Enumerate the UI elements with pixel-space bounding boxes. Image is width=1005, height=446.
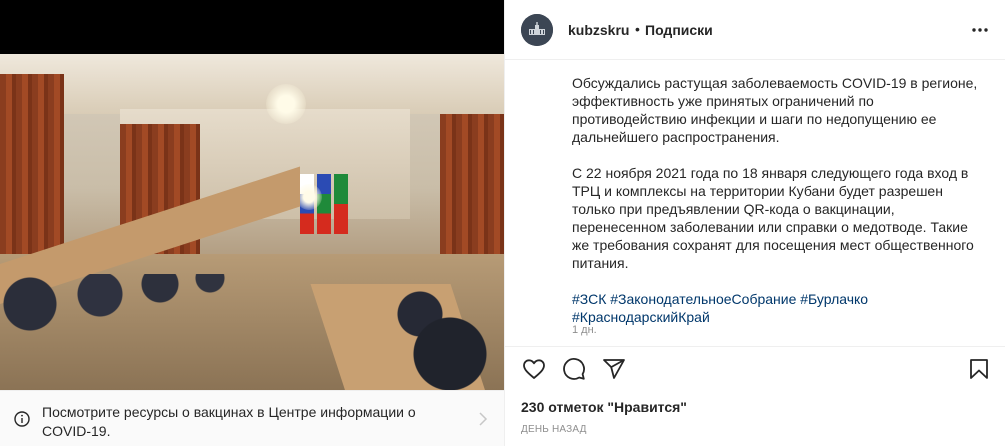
post-details: kubzskru • Подписки Обсуждались растущая… <box>504 0 1005 446</box>
comment-icon[interactable] <box>562 357 586 381</box>
hashtag-link[interactable]: #ЗСК <box>572 291 606 307</box>
avatar[interactable] <box>521 14 553 46</box>
building-icon <box>521 14 553 46</box>
info-icon <box>14 411 30 427</box>
username-link[interactable]: kubzskru <box>568 22 629 38</box>
separator-dot: • <box>635 21 640 37</box>
post-caption: Обсуждались растущая заболеваемость COVI… <box>572 74 982 326</box>
hashtag-link[interactable]: #Бурлачко <box>800 291 868 307</box>
covid-info-text: Посмотрите ресурсы о вакцинах в Центре и… <box>42 404 416 439</box>
photo-flag <box>334 174 348 234</box>
hashtag-link[interactable]: #ЗаконодательноеСобрание <box>610 291 796 307</box>
caption-paragraph: С 22 ноября 2021 года по 18 января следу… <box>572 165 974 271</box>
photo-chandelier <box>266 84 306 124</box>
post-media: Посмотрите ресурсы о вакцинах в Центре и… <box>0 0 504 446</box>
covid-info-banner[interactable]: Посмотрите ресурсы о вакцинах в Центре и… <box>0 390 504 446</box>
caption-paragraph: Обсуждались растущая заболеваемость COVI… <box>572 75 978 145</box>
caption-timestamp[interactable]: 1 дн. <box>572 324 597 336</box>
photo-attendees <box>0 274 260 384</box>
paper-plane-icon[interactable] <box>602 357 626 381</box>
post-photo[interactable] <box>0 54 504 390</box>
heart-icon[interactable] <box>522 357 546 381</box>
post-header: kubzskru • Подписки <box>505 0 1005 60</box>
hashtag-link[interactable]: #КраснодарскийКрай <box>572 309 710 325</box>
actions-bar: 230 отметок "Нравится" День назад <box>505 346 1005 446</box>
following-button[interactable]: Подписки <box>645 22 713 38</box>
likes-count[interactable]: 230 отметок "Нравится" <box>521 399 687 415</box>
photo-attendees <box>380 274 504 390</box>
post-timestamp[interactable]: День назад <box>521 424 587 435</box>
chevron-right-icon <box>479 412 488 426</box>
more-options-icon[interactable] <box>970 20 990 40</box>
photo-ceiling <box>0 54 504 114</box>
bookmark-icon[interactable] <box>967 357 991 381</box>
hashtags: #ЗСК #ЗаконодательноеСобрание #Бурлачко … <box>572 290 982 326</box>
